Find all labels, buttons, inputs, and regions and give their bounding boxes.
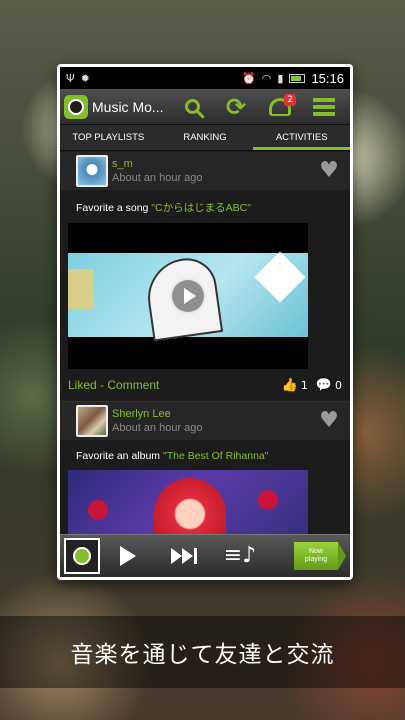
phone-frame: Ψ ✹ ⏰ ◠ ▮ 15:16 Music Mo... ⟳ 2 TOP PLAY… <box>57 64 353 580</box>
search-button[interactable] <box>170 89 214 125</box>
activity-feed[interactable]: s_m About an hour ago ♥ Favorite a song … <box>60 152 350 534</box>
app-title: Music Mo... <box>92 98 164 115</box>
status-time: 15:16 <box>311 70 344 86</box>
search-icon <box>184 99 200 114</box>
notification-badge: 2 <box>284 93 296 106</box>
promo-caption: 音楽を通じて友達と交流 <box>0 616 405 688</box>
activity-text: Favorite a song "CからはじまるABC" <box>76 202 251 214</box>
queue-icon: ≡♪ <box>223 543 257 568</box>
app-bar: Music Mo... ⟳ 2 <box>60 89 350 125</box>
tab-ranking[interactable]: RANKING <box>157 125 254 150</box>
heart-broadcast-icon[interactable]: ♥ <box>316 160 342 182</box>
comment-count[interactable]: 💬 0 <box>316 378 342 393</box>
album-link[interactable]: "The Best Of Rihanna" <box>163 450 269 462</box>
username[interactable]: Sherlyn Lee <box>112 408 316 420</box>
list-item: Sherlyn Lee About an hour ago ♥ Favorite… <box>60 402 350 534</box>
play-button[interactable] <box>100 546 156 566</box>
liked-link[interactable]: Liked <box>68 378 97 392</box>
heart-broadcast-icon[interactable]: ♥ <box>316 410 342 432</box>
timestamp: About an hour ago <box>112 422 203 434</box>
thumbs-up-icon: 👍 <box>281 377 298 393</box>
avatar[interactable] <box>76 405 108 437</box>
menu-icon <box>313 97 335 116</box>
tab-activities[interactable]: ACTIVITIES <box>253 125 350 150</box>
like-count[interactable]: 👍 1 <box>282 378 308 393</box>
username[interactable]: s_m <box>112 158 316 170</box>
video-thumbnail[interactable] <box>68 223 308 369</box>
bug-icon: ✹ <box>80 71 90 85</box>
now-playing-button[interactable]: Now playing <box>294 542 346 570</box>
current-track-thumbnail[interactable] <box>64 538 100 574</box>
comment-icon: 💬 <box>315 377 332 393</box>
next-button[interactable] <box>156 548 212 564</box>
feedback-row: Liked - Comment 👍 1 💬 0 <box>68 377 342 393</box>
battery-icon <box>289 73 306 83</box>
queue-button[interactable]: ≡♪ <box>212 545 268 567</box>
post-header: Sherlyn Lee About an hour ago ♥ <box>60 402 350 440</box>
tab-top-playlists[interactable]: TOP PLAYLISTS <box>60 125 157 150</box>
mini-player: ≡♪ Now playing <box>60 534 350 577</box>
play-video-icon[interactable] <box>170 278 206 314</box>
song-link[interactable]: "CからはじまるABC" <box>151 202 251 214</box>
next-icon <box>171 548 197 564</box>
alarm-icon: ⏰ <box>242 71 256 85</box>
activity-text: Favorite an album "The Best Of Rihanna" <box>76 450 269 462</box>
play-icon <box>120 546 136 566</box>
signal-icon: ▮ <box>277 71 284 85</box>
phone-screen: Ψ ✹ ⏰ ◠ ▮ 15:16 Music Mo... ⟳ 2 TOP PLAY… <box>60 67 350 577</box>
post-header: s_m About an hour ago ♥ <box>60 152 350 190</box>
status-bar: Ψ ✹ ⏰ ◠ ▮ 15:16 <box>60 67 350 89</box>
refresh-button[interactable]: ⟳ <box>214 89 258 125</box>
timestamp: About an hour ago <box>112 172 203 184</box>
menu-button[interactable] <box>302 89 346 125</box>
list-item: s_m About an hour ago ♥ Favorite a song … <box>60 152 350 402</box>
notifications-button[interactable]: 2 <box>258 89 302 125</box>
wifi-icon: ◠ <box>261 71 272 85</box>
avatar[interactable] <box>76 155 108 187</box>
tab-bar: TOP PLAYLISTS RANKING ACTIVITIES <box>60 125 350 151</box>
app-logo-icon[interactable] <box>64 94 88 119</box>
comment-link[interactable]: Comment <box>107 378 159 392</box>
album-cover[interactable] <box>68 470 308 534</box>
usb-icon: Ψ <box>66 71 75 85</box>
refresh-icon: ⟳ <box>225 92 247 121</box>
